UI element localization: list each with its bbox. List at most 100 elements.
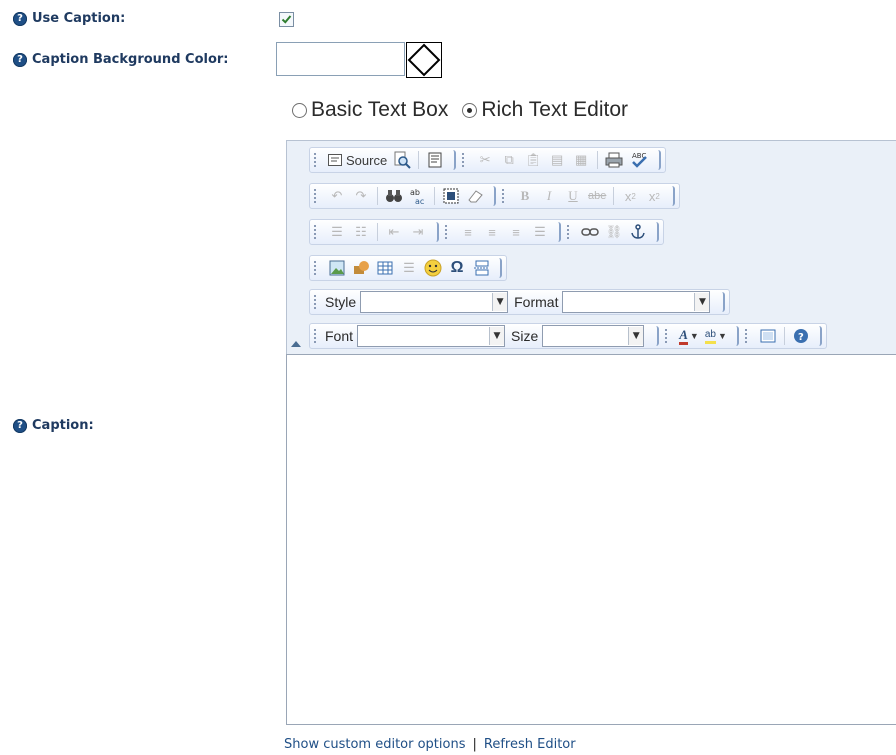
help-icon[interactable]: ?	[13, 418, 27, 433]
replace-glyph: abac	[410, 188, 424, 205]
use-caption-checkbox[interactable]	[279, 12, 294, 27]
chevron-down-icon[interactable]: ▼	[694, 293, 710, 311]
refresh-editor-link[interactable]: Refresh Editor	[484, 737, 576, 752]
horizontal-rule-icon[interactable]: ☰	[400, 258, 418, 278]
paste-word-icon[interactable]: ▦	[572, 150, 590, 170]
toolbar-grip[interactable]	[502, 189, 507, 203]
print-glyph	[605, 152, 623, 168]
subscript-icon[interactable]: x2	[621, 186, 639, 206]
remove-format-icon[interactable]	[466, 186, 484, 206]
basic-text-box-radio[interactable]	[292, 102, 307, 118]
size-label: Size	[511, 328, 539, 344]
basic-text-box-label[interactable]: Basic Text Box	[311, 98, 448, 122]
toolbar-grip[interactable]	[665, 329, 670, 343]
align-right-icon[interactable]: ≡	[507, 222, 525, 242]
image-icon[interactable]	[328, 258, 346, 278]
caption-bg-color-input[interactable]	[276, 42, 405, 76]
text-color-icon[interactable]: A ▼	[679, 326, 699, 346]
toolbar-grip[interactable]	[314, 153, 319, 167]
numbered-list-icon[interactable]: ☰	[328, 222, 346, 242]
templates-button[interactable]	[426, 150, 444, 170]
font-select[interactable]: ▼	[357, 325, 506, 347]
toolbar-grip[interactable]	[314, 329, 319, 343]
smiley-glyph	[424, 259, 442, 277]
replace-icon[interactable]: ab ac	[409, 186, 427, 206]
toolbar-grip[interactable]	[567, 225, 572, 239]
paste-text-icon[interactable]: ▤	[548, 150, 566, 170]
align-left-icon[interactable]: ≡	[459, 222, 477, 242]
page-break-icon[interactable]	[472, 258, 490, 278]
toolbar-grip[interactable]	[744, 329, 750, 343]
editor-footer-links: Show custom editor options | Refresh Edi…	[284, 737, 576, 752]
print-icon[interactable]	[605, 150, 623, 170]
align-center-icon[interactable]: ≡	[483, 222, 501, 242]
anchor-icon[interactable]	[629, 222, 647, 242]
preview-button[interactable]	[393, 150, 411, 170]
bg-color-icon[interactable]: ab ▼	[704, 326, 727, 346]
toolbar-separator	[783, 327, 785, 345]
cut-icon[interactable]: ✂	[476, 150, 494, 170]
toolbar-grip[interactable]	[445, 225, 450, 239]
help-icon[interactable]: ?	[13, 11, 27, 26]
anchor-glyph	[631, 224, 645, 239]
find-icon[interactable]	[385, 186, 403, 206]
link-icon[interactable]	[581, 222, 599, 242]
select-all-glyph	[443, 188, 459, 204]
toolbar-end	[734, 326, 739, 346]
rich-text-editor-radio[interactable]	[462, 102, 478, 118]
align-justify-icon[interactable]: ☰	[531, 222, 549, 242]
style-select[interactable]: ▼	[360, 291, 509, 313]
toolbar-grip[interactable]	[314, 189, 319, 203]
flash-icon[interactable]	[352, 258, 370, 278]
chevron-down-icon[interactable]: ▼	[628, 327, 644, 345]
toolbar-grip[interactable]	[314, 261, 319, 275]
toolbar-grip[interactable]	[314, 295, 319, 309]
redo-icon[interactable]: ↷	[352, 186, 370, 206]
table-icon[interactable]	[376, 258, 394, 278]
source-button[interactable]: Source	[328, 150, 387, 170]
svg-text:ab: ab	[410, 188, 420, 197]
rich-text-editor-label[interactable]: Rich Text Editor	[481, 98, 628, 122]
footer-divider: |	[472, 737, 477, 752]
toolbar-row-5: Style ▼ Format ▼	[309, 289, 731, 315]
italic-icon[interactable]: I	[540, 186, 558, 206]
chevron-down-icon[interactable]: ▼	[492, 293, 508, 311]
collapse-toolbar-icon[interactable]	[291, 341, 301, 347]
format-label: Format	[514, 294, 559, 310]
help-icon[interactable]: ?	[13, 52, 27, 67]
checkmark-icon	[281, 15, 292, 24]
outdent-icon[interactable]: ⇤	[385, 222, 403, 242]
color-picker-button[interactable]	[406, 42, 442, 78]
format-select[interactable]: ▼	[562, 291, 711, 313]
caption-label-text: Caption:	[32, 418, 94, 433]
bulleted-list-icon[interactable]: ☷	[352, 222, 370, 242]
toolbar-grip[interactable]	[314, 225, 319, 239]
highlight-glyph: ab	[704, 329, 716, 344]
toolbar-row-2: ↶ ↷ ab ac B I U abe x2 x2	[309, 183, 681, 209]
toolbar-grip[interactable]	[462, 153, 467, 167]
superscript-icon[interactable]: x2	[645, 186, 663, 206]
chevron-down-icon[interactable]: ▼	[489, 327, 505, 345]
strikethrough-icon[interactable]: abe	[588, 186, 606, 206]
undo-icon[interactable]: ↶	[328, 186, 346, 206]
spellcheck-icon[interactable]: ABC	[629, 150, 649, 170]
toolbar-end	[656, 150, 662, 170]
unlink-icon[interactable]: ⛓	[605, 222, 623, 242]
special-char-icon[interactable]: Ω	[448, 258, 466, 278]
maximize-icon[interactable]	[759, 326, 777, 346]
size-select[interactable]: ▼	[542, 325, 645, 347]
bold-icon[interactable]: B	[516, 186, 534, 206]
editor-content-area[interactable]	[286, 354, 896, 725]
smiley-icon[interactable]	[424, 258, 442, 278]
indent-icon[interactable]: ⇥	[409, 222, 427, 242]
use-caption-label-text: Use Caption:	[32, 11, 126, 26]
underline-icon[interactable]: U	[564, 186, 582, 206]
maximize-glyph	[760, 329, 776, 343]
font-label: Font	[325, 328, 354, 344]
paste-icon[interactable]: 📋︎	[524, 150, 542, 170]
show-custom-editor-options-link[interactable]: Show custom editor options	[284, 737, 466, 752]
toolbar-row-6: Font ▼ Size ▼ A ▼ ab ▼ ?	[309, 323, 827, 349]
select-all-icon[interactable]	[442, 186, 460, 206]
about-icon[interactable]: ?	[792, 326, 810, 346]
copy-icon[interactable]: ⧉	[500, 150, 518, 170]
